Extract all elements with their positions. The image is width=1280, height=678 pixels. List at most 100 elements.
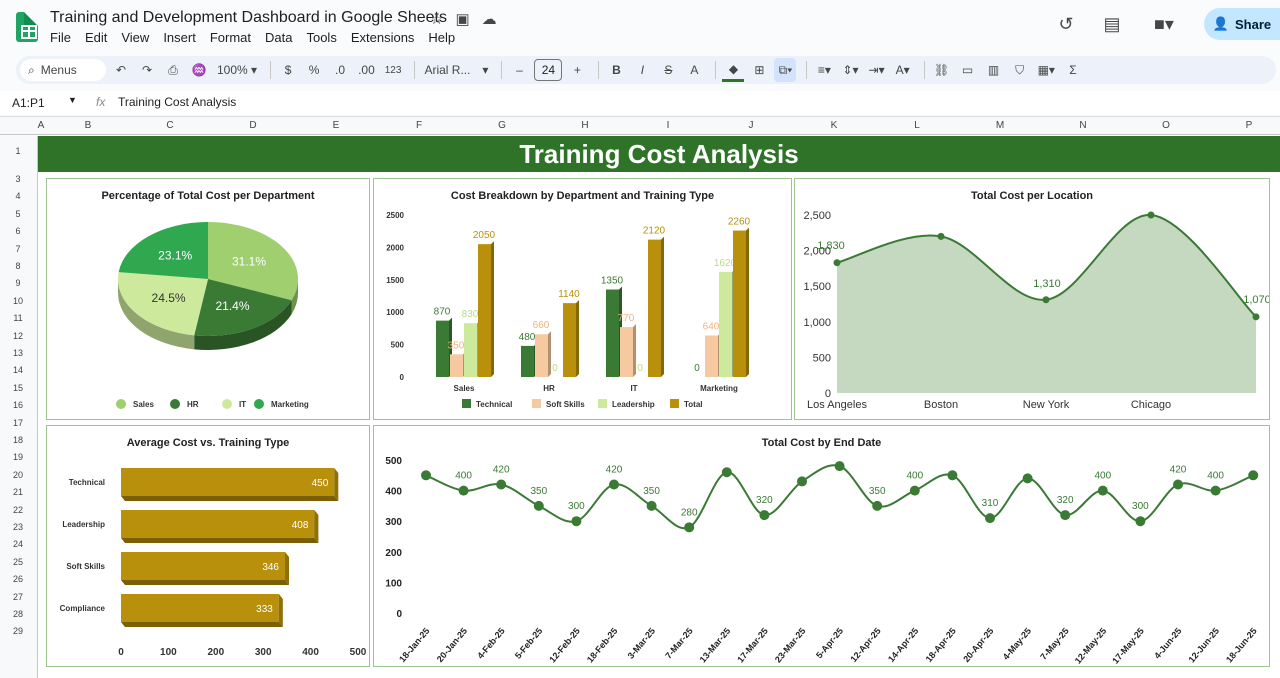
column-header-i[interactable]: I: [660, 120, 676, 131]
row-header-19[interactable]: 19: [0, 452, 36, 462]
row-header-16[interactable]: 16: [0, 400, 36, 410]
font-size-input[interactable]: 24: [534, 59, 563, 81]
row-header-26[interactable]: 26: [0, 574, 36, 584]
comments-icon[interactable]: ▤: [1100, 12, 1124, 36]
filter-icon[interactable]: ⛉: [1009, 58, 1031, 82]
column-header-k[interactable]: K: [826, 120, 842, 131]
row-header-20[interactable]: 20: [0, 470, 36, 480]
move-folder-icon[interactable]: ▣: [455, 10, 469, 28]
row-header-3[interactable]: 3: [0, 174, 36, 184]
column-header-f[interactable]: F: [411, 120, 427, 131]
menu-help[interactable]: Help: [428, 30, 455, 45]
column-header-c[interactable]: C: [162, 120, 178, 131]
column-header-n[interactable]: N: [1075, 120, 1091, 131]
row-header-14[interactable]: 14: [0, 365, 36, 375]
menu-edit[interactable]: Edit: [85, 30, 107, 45]
row-header-10[interactable]: 10: [0, 296, 36, 306]
row-header-7[interactable]: 7: [0, 244, 36, 254]
column-header-e[interactable]: E: [328, 120, 344, 131]
vertical-align-icon[interactable]: ⇕▾: [839, 58, 861, 82]
menu-insert[interactable]: Insert: [163, 30, 196, 45]
sheet-grid[interactable]: Training Cost Analysis Percentage of Tot…: [38, 136, 1280, 678]
text-wrap-icon[interactable]: ⇥▾: [866, 58, 888, 82]
paint-format-icon[interactable]: ♒: [188, 58, 210, 82]
print-icon[interactable]: ⎙: [162, 58, 184, 82]
menu-format[interactable]: Format: [210, 30, 251, 45]
decrease-decimal-button[interactable]: .0: [329, 58, 351, 82]
currency-format-button[interactable]: $: [277, 58, 299, 82]
text-color-icon[interactable]: A: [683, 58, 705, 82]
text-rotation-icon[interactable]: A▾: [892, 58, 914, 82]
end-date-card[interactable]: Total Cost by End Date 0 100 200 300 400 500 1…: [373, 425, 1270, 667]
row-header-1[interactable]: 1: [0, 146, 36, 156]
row-header-17[interactable]: 17: [0, 418, 36, 428]
row-header-13[interactable]: 13: [0, 348, 36, 358]
row-header-28[interactable]: 28: [0, 609, 36, 619]
row-header-15[interactable]: 15: [0, 383, 36, 393]
row-header-9[interactable]: 9: [0, 278, 36, 288]
column-header-j[interactable]: J: [743, 120, 759, 131]
menu-data[interactable]: Data: [265, 30, 292, 45]
column-header-d[interactable]: D: [245, 120, 261, 131]
redo-icon[interactable]: ↷: [136, 58, 158, 82]
row-header-25[interactable]: 25: [0, 557, 36, 567]
font-select[interactable]: Arial R... ▾: [421, 58, 491, 82]
document-title[interactable]: Training and Development Dashboard in Go…: [50, 9, 447, 27]
strikethrough-icon[interactable]: S: [657, 58, 679, 82]
menu-file[interactable]: File: [50, 30, 71, 45]
dashboard-banner[interactable]: Training Cost Analysis: [38, 136, 1280, 172]
filter-views-icon[interactable]: ▦▾: [1035, 58, 1058, 82]
meet-icon[interactable]: ■▾: [1146, 12, 1182, 36]
row-header-11[interactable]: 11: [0, 313, 36, 323]
menu-view[interactable]: View: [121, 30, 149, 45]
cloud-status-icon[interactable]: ☁: [482, 10, 497, 28]
sheets-logo-icon[interactable]: [16, 12, 38, 42]
insert-link-icon[interactable]: ⛓: [931, 58, 953, 82]
menus-search[interactable]: ⌕ Menus: [20, 59, 106, 81]
column-header-o[interactable]: O: [1158, 120, 1174, 131]
row-header-21[interactable]: 21: [0, 487, 36, 497]
row-header-27[interactable]: 27: [0, 592, 36, 602]
menu-extensions[interactable]: Extensions: [351, 30, 415, 45]
undo-icon[interactable]: ↶: [110, 58, 132, 82]
column-header-p[interactable]: P: [1241, 120, 1257, 131]
row-header-5[interactable]: 5: [0, 209, 36, 219]
font-size-decrease-button[interactable]: –: [508, 58, 530, 82]
increase-decimal-button[interactable]: .00: [355, 58, 378, 82]
number-format-button[interactable]: 123: [382, 58, 405, 82]
menu-tools[interactable]: Tools: [306, 30, 336, 45]
horizontal-align-icon[interactable]: ≡▾: [813, 58, 835, 82]
column-header-b[interactable]: B: [80, 120, 96, 131]
location-chart-card[interactable]: Total Cost per Location 0 500 1,000 1,500 2,…: [794, 178, 1270, 420]
font-size-increase-button[interactable]: +: [566, 58, 588, 82]
row-header-29[interactable]: 29: [0, 626, 36, 636]
column-header-h[interactable]: H: [577, 120, 593, 131]
merge-cells-icon[interactable]: ⧉▾: [774, 58, 797, 82]
functions-icon[interactable]: Σ: [1062, 58, 1084, 82]
bold-icon[interactable]: B: [605, 58, 627, 82]
row-header-8[interactable]: 8: [0, 261, 36, 271]
cost-breakdown-card[interactable]: Cost Breakdown by Department and Trainin…: [373, 178, 792, 420]
column-header-a[interactable]: A: [33, 120, 49, 131]
row-header-23[interactable]: 23: [0, 522, 36, 532]
row-header-12[interactable]: 12: [0, 331, 36, 341]
version-history-icon[interactable]: ↺: [1054, 12, 1078, 36]
row-header-4[interactable]: 4: [0, 191, 36, 201]
share-button[interactable]: 👤 Share: [1204, 8, 1280, 40]
star-icon[interactable]: ☆: [430, 10, 443, 28]
borders-icon[interactable]: ⊞: [748, 58, 770, 82]
formula-input[interactable]: Training Cost Analysis: [118, 95, 236, 109]
column-header-m[interactable]: M: [992, 120, 1008, 131]
column-header-l[interactable]: L: [909, 120, 925, 131]
row-header-6[interactable]: 6: [0, 226, 36, 236]
row-header-18[interactable]: 18: [0, 435, 36, 445]
name-box-chevron-down-icon[interactable]: ▼: [68, 95, 77, 105]
percent-format-button[interactable]: %: [303, 58, 325, 82]
column-header-g[interactable]: G: [494, 120, 510, 131]
row-header-22[interactable]: 22: [0, 505, 36, 515]
fill-color-icon[interactable]: ◆: [722, 58, 745, 82]
avg-cost-card[interactable]: Average Cost vs. Training Type 450 Techni…: [46, 425, 370, 667]
italic-icon[interactable]: I: [631, 58, 653, 82]
insert-comment-icon[interactable]: ▭: [957, 58, 979, 82]
insert-chart-icon[interactable]: ▥: [983, 58, 1005, 82]
